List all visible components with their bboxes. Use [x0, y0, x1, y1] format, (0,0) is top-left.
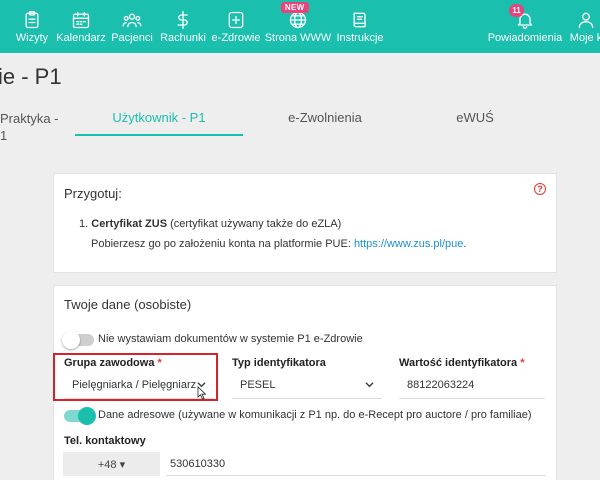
id-value-input[interactable]: 88122063224: [399, 371, 545, 399]
nav-label: Moje k: [569, 32, 600, 44]
subtext-label: Pobierzesz go po założeniu konta na plat…: [91, 238, 354, 250]
medical-plus-icon: [228, 11, 244, 29]
mouse-cursor-icon: [197, 386, 207, 400]
page-title: ie - P1: [0, 64, 62, 89]
toggle-knob: [62, 331, 80, 349]
nav-label: Instrukcje: [336, 32, 384, 44]
no-documents-toggle[interactable]: [62, 331, 94, 349]
nav-label: e-Zdrowie: [211, 32, 261, 44]
nav-label: Rachunki: [160, 32, 206, 44]
id-value-label-text: Wartość identyfikatora: [399, 357, 518, 369]
nav-item-ezdrowie[interactable]: e-Zdrowie: [212, 0, 260, 53]
address-data-label: Dane adresowe (używane w komunikacji z P…: [98, 409, 532, 421]
id-type-select[interactable]: PESEL: [232, 371, 382, 399]
prepare-subtext: Pobierzesz go po założeniu konta na plat…: [91, 238, 466, 250]
chevron-down-icon: [365, 380, 374, 389]
nav-label: Strona WWW: [264, 32, 332, 44]
nav-item-moje-konto[interactable]: Moje k: [566, 0, 600, 53]
active-tab-indicator: [75, 134, 243, 136]
nav-item-strona-www[interactable]: NEW Strona WWW: [264, 0, 332, 53]
item-description: (certyfikat używany także do eZLA): [167, 218, 342, 230]
id-value-label: Wartość identyfikatora *: [399, 357, 525, 369]
address-data-toggle[interactable]: [64, 407, 96, 425]
nav-item-pacjenci[interactable]: Pacjenci: [111, 0, 153, 53]
phone-label: Tel. kontaktowy: [64, 435, 146, 447]
prepare-card-title: Przygotuj:: [64, 186, 122, 201]
user-icon: [578, 12, 594, 29]
item-number: 1.: [79, 218, 89, 230]
nav-item-kalendarz[interactable]: Kalendarz: [55, 0, 107, 53]
nav-item-powiadomienia[interactable]: 11 Powiadomienia: [488, 0, 562, 53]
tab-label: e-Zwolnienia: [288, 110, 362, 125]
tab-label-line2: 1: [0, 128, 8, 143]
top-navbar: Wizyty Kalendarz Pacjenci Rachunki e-Zdr…: [0, 0, 600, 53]
phone-country-code-select[interactable]: +48 ▾: [63, 452, 160, 476]
notification-count-badge: 11: [509, 4, 524, 17]
toggle-knob: [78, 407, 96, 425]
tab-ewus[interactable]: eWUŚ: [430, 110, 520, 125]
link-suffix: .: [463, 238, 467, 250]
help-icon[interactable]: ?: [534, 183, 546, 195]
nav-label: Kalendarz: [56, 32, 106, 44]
prepare-item: 1. Certyfikat ZUS (certyfikat używany ta…: [79, 218, 341, 230]
globe-icon: [289, 11, 307, 29]
nav-label: Pacjenci: [111, 32, 153, 44]
tab-praktyka[interactable]: Praktyka - 1: [0, 110, 60, 144]
nav-label: Powiadomienia: [487, 32, 563, 44]
id-type-label: Typ identyfikatora: [232, 357, 326, 369]
nav-item-wizyty[interactable]: Wizyty: [10, 0, 54, 53]
calendar-icon: [72, 11, 90, 29]
no-documents-label: Nie wystawiam dokumentów w systemie P1 e…: [98, 333, 363, 345]
tab-label: Praktyka -: [0, 111, 59, 126]
tab-label: eWUŚ: [456, 110, 494, 125]
prepare-card: Przygotuj: ? 1. Certyfikat ZUS (certyfik…: [53, 173, 557, 273]
tab-label: Użytkownik - P1: [112, 110, 206, 125]
id-value-text: 88122063224: [407, 378, 475, 391]
book-icon: [353, 12, 366, 28]
item-title: Certyfikat ZUS: [91, 218, 168, 230]
clipboard-icon: [25, 11, 39, 29]
phone-input[interactable]: 530610330: [166, 452, 546, 476]
users-icon: [122, 13, 142, 28]
personal-card-title: Twoje dane (osobiste): [64, 297, 192, 312]
nav-item-instrukcje[interactable]: Instrukcje: [335, 0, 385, 53]
tab-e-zwolnienia[interactable]: e-Zwolnienia: [255, 110, 395, 125]
tab-uzytkownik[interactable]: Użytkownik - P1: [75, 110, 243, 125]
id-type-value: PESEL: [240, 378, 276, 391]
nav-item-rachunki[interactable]: Rachunki: [160, 0, 206, 53]
zus-pue-link[interactable]: https://www.zus.pl/pue: [354, 238, 463, 250]
new-badge: NEW: [280, 2, 309, 13]
nav-label: Wizyty: [15, 32, 49, 44]
highlight-box: [53, 353, 218, 401]
required-mark: *: [520, 357, 525, 369]
dollar-icon: [177, 11, 188, 30]
